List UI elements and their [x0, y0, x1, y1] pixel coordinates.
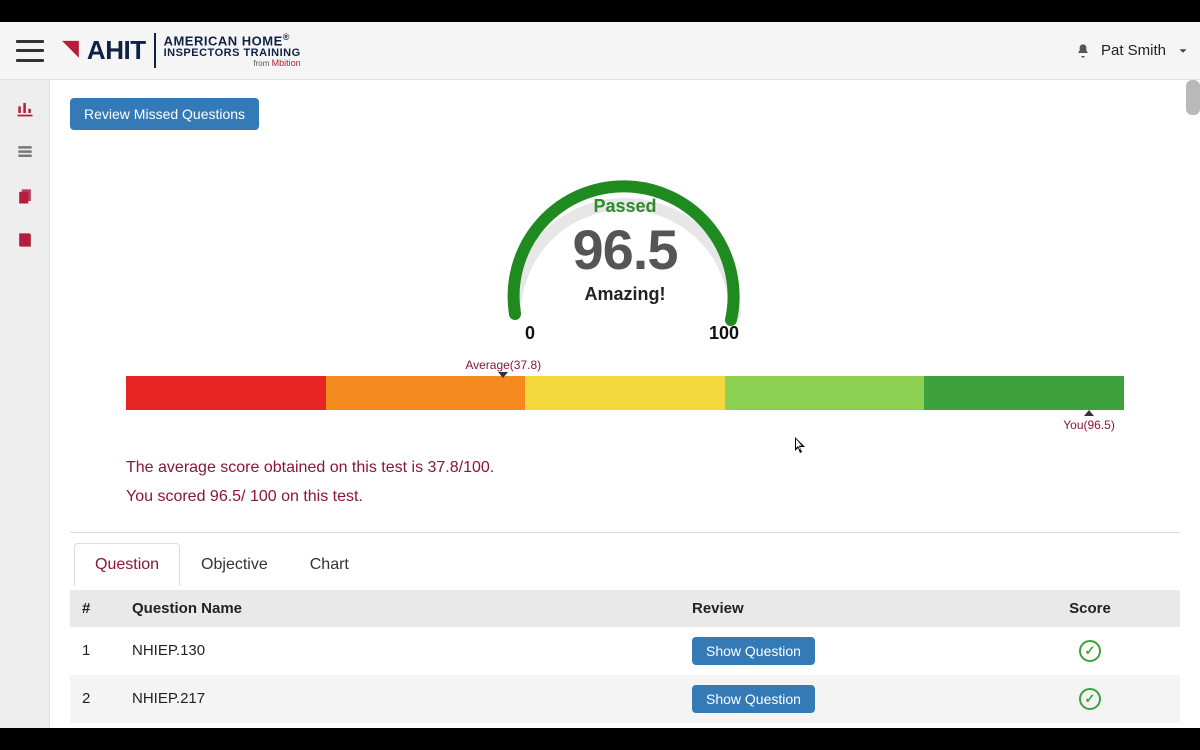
- summary-line2: You scored 96.5/ 100 on this test.: [126, 483, 1124, 512]
- user-name: Pat Smith: [1101, 42, 1166, 59]
- scrollbar-thumb[interactable]: [1186, 80, 1200, 115]
- chevron-down-icon: [1176, 44, 1190, 58]
- heatbar-seg-green: [924, 376, 1124, 410]
- user-menu[interactable]: Pat Smith: [1075, 42, 1190, 59]
- heatbar-you-tick: [1084, 410, 1094, 416]
- score-gauge: Passed 96.5 Amazing! 0 100: [475, 124, 775, 344]
- heatbar-seg-yellow: [525, 376, 725, 410]
- rail-chart-icon[interactable]: [15, 98, 35, 118]
- review-missed-button[interactable]: Review Missed Questions: [70, 98, 259, 130]
- brand-logo[interactable]: ◥ AHIT AMERICAN HOME® INSPECTORS TRAININ…: [62, 33, 301, 67]
- cell-name: NHIEP.217: [120, 675, 680, 723]
- heatbar-seg-red: [126, 376, 326, 410]
- gauge-min: 0: [525, 323, 535, 344]
- table-row: 2 NHIEP.217 Show Question ✓: [70, 675, 1180, 723]
- cell-number: 2: [70, 675, 120, 723]
- heatbar-seg-orange: [326, 376, 526, 410]
- rail-list-icon[interactable]: [15, 142, 35, 162]
- th-review: Review: [680, 590, 1000, 627]
- show-question-button[interactable]: Show Question: [692, 637, 815, 665]
- gauge-status: Passed: [475, 196, 775, 217]
- menu-hamburger[interactable]: [16, 40, 44, 62]
- score-heatbar: Average(37.8) You(96.5): [126, 376, 1124, 410]
- rail-copy-icon[interactable]: [15, 186, 35, 206]
- summary-line1: The average score obtained on this test …: [126, 454, 1124, 483]
- cell-name: NHIEP.130: [120, 627, 680, 675]
- check-icon: ✓: [1079, 688, 1101, 710]
- th-number: #: [70, 590, 120, 627]
- cell-number: 1: [70, 627, 120, 675]
- show-question-button[interactable]: Show Question: [692, 685, 815, 713]
- tab-chart[interactable]: Chart: [289, 543, 370, 586]
- rail-book-icon[interactable]: [15, 230, 35, 250]
- gauge-praise: Amazing!: [475, 284, 775, 305]
- gauge-max: 100: [709, 323, 739, 344]
- divider: [70, 532, 1180, 533]
- brand-mark-icon: ◥: [62, 35, 79, 61]
- heatbar-you-label: You(96.5): [1063, 418, 1115, 432]
- th-name: Question Name: [120, 590, 680, 627]
- side-rail: [0, 80, 50, 728]
- tab-question[interactable]: Question: [74, 543, 180, 586]
- heatbar-avg-tick: [498, 372, 508, 378]
- heatbar-seg-lgreen: [725, 376, 925, 410]
- bell-icon: [1075, 43, 1091, 59]
- questions-table: # Question Name Review Score 1 NHIEP.130…: [70, 590, 1180, 723]
- gauge-score: 96.5: [475, 217, 775, 282]
- brand-short: AHIT: [87, 35, 146, 66]
- tab-objective[interactable]: Objective: [180, 543, 289, 586]
- brand-sub: Mbition: [272, 58, 301, 68]
- heatbar-avg-label: Average(37.8): [465, 358, 541, 372]
- score-summary: The average score obtained on this test …: [126, 454, 1124, 512]
- check-icon: ✓: [1079, 640, 1101, 662]
- table-row: 1 NHIEP.130 Show Question ✓: [70, 627, 1180, 675]
- th-score: Score: [1000, 590, 1180, 627]
